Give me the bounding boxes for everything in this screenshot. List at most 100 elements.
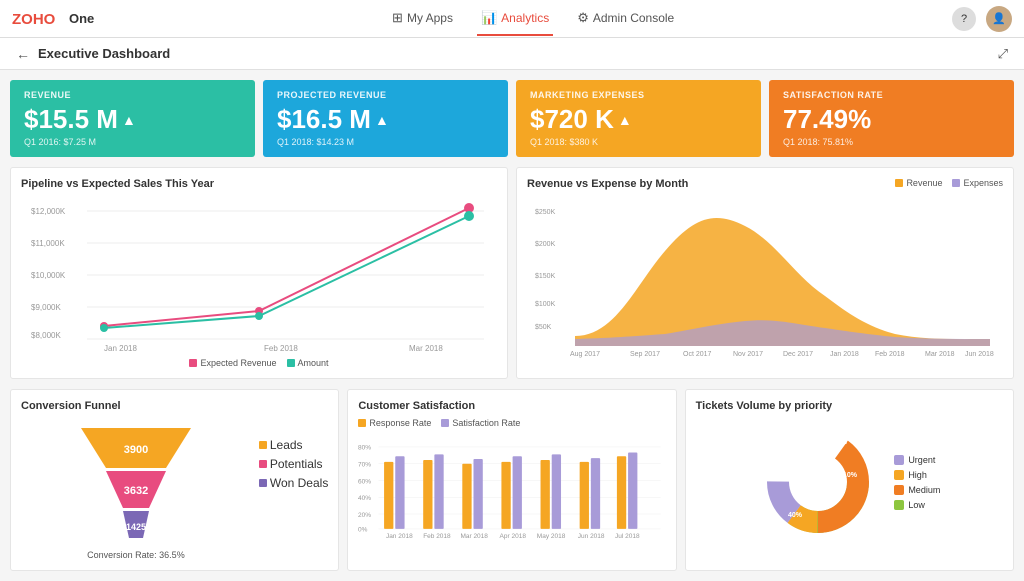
tickets-medium: Medium (894, 485, 940, 495)
nav-admin-label: Admin Console (593, 11, 674, 25)
kpi-satisfaction: SATISFACTION RATE 77.49% Q1 2018: 75.81% (769, 80, 1014, 157)
customer-satisfaction-title: Customer Satisfaction (358, 400, 665, 412)
svg-text:Mar 2018: Mar 2018 (925, 351, 955, 358)
svg-text:Dec 2017: Dec 2017 (783, 351, 813, 358)
kpi-revenue-label: REVENUE (24, 90, 241, 100)
response-rate-legend: Response Rate (358, 418, 431, 428)
svg-text:Mar 2018: Mar 2018 (461, 533, 489, 540)
conversion-rate: Conversion Rate: 36.5% (87, 550, 185, 560)
kpi-projected: PROJECTED REVENUE $16.5 M ▲ Q1 2018: $14… (263, 80, 508, 157)
svg-text:20%: 20% (358, 512, 371, 519)
svg-text:0%: 0% (358, 527, 368, 534)
nav-my-apps[interactable]: ⊞ My Apps (388, 2, 457, 36)
charts-row-2: Conversion Funnel 3900 3632 1425 Conve (10, 389, 1014, 571)
donut-container: 15% 10% 40% 37% Urgent High (696, 422, 1003, 542)
zoho-logo: ZOHO (12, 8, 67, 30)
help-icon[interactable]: ? (952, 7, 976, 31)
svg-text:$50K: $50K (535, 324, 552, 331)
kpi-revenue-arrow: ▲ (122, 112, 136, 128)
customer-satisfaction-box: Customer Satisfaction Response Rate Sati… (347, 389, 676, 571)
nav-items: ⊞ My Apps 📊 Analytics ⚙ Admin Console (114, 2, 952, 36)
kpi-marketing-value: $720 K ▲ (530, 104, 747, 135)
satisfaction-rate-legend: Satisfaction Rate (441, 418, 520, 428)
nav-analytics-label: Analytics (501, 11, 549, 25)
svg-text:Jul 2018: Jul 2018 (615, 533, 640, 540)
svg-text:Oct 2017: Oct 2017 (683, 351, 712, 358)
svg-text:80%: 80% (358, 445, 371, 452)
svg-text:Jan 2018: Jan 2018 (386, 533, 413, 540)
pipeline-legend-expected: Expected Revenue (189, 358, 276, 368)
svg-text:$200K: $200K (535, 241, 556, 248)
svg-text:1425: 1425 (126, 522, 146, 532)
svg-text:Feb 2018: Feb 2018 (875, 351, 905, 358)
svg-text:May 2018: May 2018 (537, 533, 566, 540)
svg-text:60%: 60% (358, 478, 371, 485)
expand-icon[interactable]: ⤢ (998, 46, 1008, 62)
pipeline-chart-box: Pipeline vs Expected Sales This Year $12… (10, 167, 508, 379)
svg-text:Mar 2018: Mar 2018 (409, 344, 443, 353)
tickets-volume-title: Tickets Volume by priority (696, 400, 1003, 412)
expenses-legend: Expenses (952, 178, 1003, 188)
svg-text:15%: 15% (833, 439, 848, 446)
kpi-revenue-sub: Q1 2016: $7.25 M (24, 137, 241, 147)
kpi-row: REVENUE $15.5 M ▲ Q1 2016: $7.25 M PROJE… (10, 80, 1014, 157)
revenue-expense-chart-area: $250K $200K $150K $100K $50K Aug 2017 Se… (527, 196, 1003, 354)
pipeline-legend-amount: Amount (287, 358, 329, 368)
back-button[interactable]: ← (16, 46, 30, 62)
conversion-funnel-box: Conversion Funnel 3900 3632 1425 Conve (10, 389, 339, 571)
svg-text:$150K: $150K (535, 273, 556, 280)
logo: ZOHO One (12, 8, 94, 30)
nav-analytics[interactable]: 📊 Analytics (477, 2, 553, 36)
satisfaction-legend: Response Rate Satisfaction Rate (358, 418, 665, 428)
kpi-marketing-sub: Q1 2018: $380 K (530, 137, 747, 147)
conversion-funnel-title: Conversion Funnel (21, 400, 328, 412)
tickets-volume-box: Tickets Volume by priority (685, 389, 1014, 571)
revenue-expense-svg: $250K $200K $150K $100K $50K Aug 2017 Se… (527, 196, 1003, 351)
nav-my-apps-label: My Apps (407, 11, 453, 25)
svg-text:$100K: $100K (535, 301, 556, 308)
tickets-urgent: Urgent (894, 455, 940, 465)
pipeline-chart-area: $12,000K $11,000K $10,000K $9,000K $8,00… (21, 196, 497, 368)
funnel-svg: 3900 3632 1425 (71, 418, 201, 548)
kpi-projected-arrow: ▲ (375, 112, 389, 128)
kpi-marketing-label: MARKETING EXPENSES (530, 90, 747, 100)
logo-one: One (69, 11, 94, 26)
svg-text:Jan 2018: Jan 2018 (830, 351, 859, 358)
svg-text:$10,000K: $10,000K (31, 271, 66, 280)
svg-text:Apr 2018: Apr 2018 (500, 533, 527, 540)
tickets-legend: Urgent High Medium Low (894, 455, 940, 510)
svg-text:Sep 2017: Sep 2017 (630, 351, 660, 358)
funnel-legend-leads: Leads (259, 438, 328, 452)
funnel-legend-won: Won Deals (259, 476, 328, 490)
kpi-marketing: MARKETING EXPENSES $720 K ▲ Q1 2018: $38… (516, 80, 761, 157)
pipeline-svg: $12,000K $11,000K $10,000K $9,000K $8,00… (21, 196, 497, 351)
page-title: Executive Dashboard (38, 46, 170, 61)
chart-icon: 📊 (481, 10, 497, 26)
svg-text:Aug 2017: Aug 2017 (570, 351, 600, 358)
gear-icon: ⚙ (577, 10, 589, 26)
kpi-revenue-value: $15.5 M ▲ (24, 104, 241, 135)
svg-text:$11,000K: $11,000K (31, 239, 65, 248)
page-header: ← Executive Dashboard ⤢ (0, 38, 1024, 70)
kpi-projected-value: $16.5 M ▲ (277, 104, 494, 135)
kpi-projected-label: PROJECTED REVENUE (277, 90, 494, 100)
kpi-revenue: REVENUE $15.5 M ▲ Q1 2016: $7.25 M (10, 80, 255, 157)
svg-text:40%: 40% (358, 495, 371, 502)
tickets-high: High (894, 470, 940, 480)
svg-text:Feb 2018: Feb 2018 (264, 344, 298, 353)
svg-text:3900: 3900 (124, 444, 148, 456)
revenue-legend: Revenue (895, 178, 942, 188)
svg-text:Nov 2017: Nov 2017 (733, 351, 763, 358)
svg-text:40%: 40% (788, 512, 803, 519)
kpi-satisfaction-value: 77.49% (783, 104, 1000, 135)
nav-admin-console[interactable]: ⚙ Admin Console (573, 2, 678, 36)
top-nav: ZOHO One ⊞ My Apps 📊 Analytics ⚙ Admin C… (0, 0, 1024, 38)
pipeline-legend: Expected Revenue Amount (21, 358, 497, 368)
tickets-low: Low (894, 500, 940, 510)
kpi-satisfaction-label: SATISFACTION RATE (783, 90, 1000, 100)
svg-text:Feb 2018: Feb 2018 (424, 533, 452, 540)
svg-text:$250K: $250K (535, 209, 556, 216)
svg-text:$9,000K: $9,000K (31, 303, 61, 312)
kpi-marketing-arrow: ▲ (618, 112, 632, 128)
avatar[interactable]: 👤 (986, 6, 1012, 32)
